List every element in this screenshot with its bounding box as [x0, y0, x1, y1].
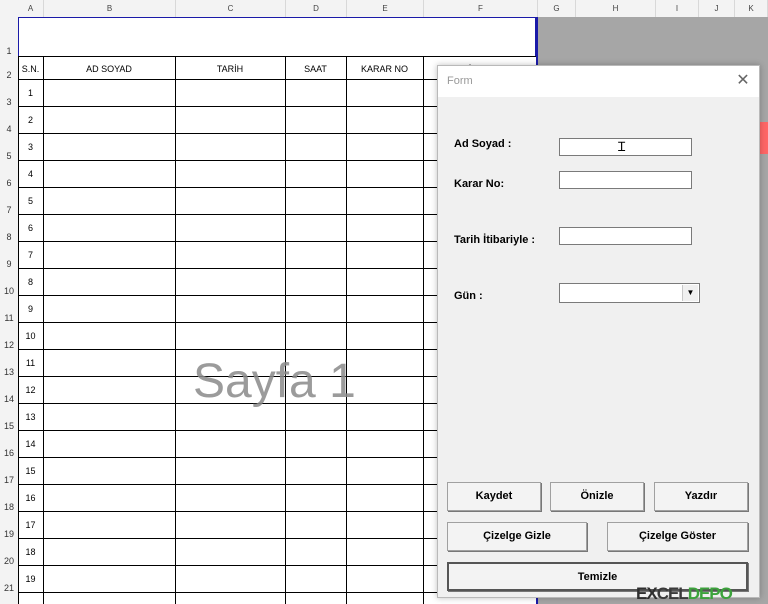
row-header[interactable]: 8 — [0, 232, 18, 242]
row-header[interactable]: 9 — [0, 259, 18, 269]
serial-cell[interactable]: 2 — [18, 115, 43, 125]
serial-cell[interactable]: 1 — [18, 88, 43, 98]
brand-logo-part: EX — [636, 584, 658, 603]
row-header[interactable]: 4 — [0, 124, 18, 134]
column-header-b[interactable]: B — [44, 0, 176, 17]
serial-cell[interactable]: 7 — [18, 250, 43, 260]
header-ad-soyad: AD SOYAD — [86, 64, 132, 74]
serial-cell[interactable]: 17 — [18, 520, 43, 530]
brand-logo-part: CEL — [656, 584, 689, 603]
column-header-a[interactable]: A — [18, 0, 44, 17]
cizelge-gizle-button[interactable]: Çizelge Gizle — [447, 522, 587, 551]
serial-cell[interactable]: 3 — [18, 142, 43, 152]
cizelge-goster-button[interactable]: Çizelge Göster — [607, 522, 748, 551]
kaydet-button[interactable]: Kaydet — [447, 482, 541, 511]
brand-logo: EXCELDEPO — [636, 584, 733, 604]
row-header[interactable]: 12 — [0, 340, 18, 350]
row-header[interactable]: 2 — [0, 70, 18, 80]
tarih-label: Tarih İtibariyle : — [454, 234, 536, 246]
column-header-f[interactable]: F — [424, 0, 538, 17]
page-watermark: Sayfa 1 — [193, 355, 356, 408]
row-header[interactable]: 6 — [0, 178, 18, 188]
yazdir-button[interactable]: Yazdır — [654, 482, 748, 511]
serial-cell[interactable]: 19 — [18, 574, 43, 584]
row-header[interactable]: 17 — [0, 475, 18, 485]
row-header-bar: 1 2 3 4 5 6 7 8 9 10 11 12 13 14 15 16 1… — [0, 17, 19, 604]
serial-cell[interactable]: 10 — [18, 331, 43, 341]
title-row-cell[interactable] — [18, 17, 536, 57]
column-header-k[interactable]: K — [735, 0, 768, 17]
grid-line — [175, 56, 176, 604]
column-header-c[interactable]: C — [176, 0, 286, 17]
header-sn: S.N. — [21, 64, 40, 74]
column-header-h[interactable]: H — [576, 0, 656, 17]
row-header[interactable]: 13 — [0, 367, 18, 377]
text-cursor-icon: Ɪ — [618, 139, 626, 154]
grid-line — [346, 56, 347, 604]
serial-cell[interactable]: 13 — [18, 412, 43, 422]
column-header-bar: A B C D E F G H I J K — [0, 0, 768, 18]
row-header[interactable]: 20 — [0, 556, 18, 566]
form-titlebar[interactable]: Form ✕ — [438, 66, 759, 97]
row-header[interactable]: 5 — [0, 151, 18, 161]
serial-cell[interactable]: 15 — [18, 466, 43, 476]
row-header[interactable]: 7 — [0, 205, 18, 215]
header-saat: SAAT — [304, 64, 327, 74]
form-dialog: Form ✕ Ad Soyad : Ɪ Karar No: Tarih İtib… — [437, 65, 760, 598]
grid-line — [285, 56, 286, 604]
row-header[interactable]: 16 — [0, 448, 18, 458]
serial-cell[interactable]: 6 — [18, 223, 43, 233]
header-tarih: TARİH — [216, 64, 244, 74]
grid-line — [423, 56, 424, 604]
onizle-button[interactable]: Önizle — [550, 482, 644, 511]
tarih-input[interactable] — [559, 227, 692, 245]
row-header[interactable]: 1 — [0, 46, 18, 56]
gun-dropdown[interactable]: ▼ — [559, 283, 700, 303]
serial-cell[interactable]: 4 — [18, 169, 43, 179]
gun-label: Gün : — [454, 290, 483, 302]
column-header-d[interactable]: D — [286, 0, 347, 17]
row-header[interactable]: 15 — [0, 421, 18, 431]
column-header-i[interactable]: I — [656, 0, 699, 17]
serial-cell[interactable]: 9 — [18, 304, 43, 314]
row-header[interactable]: 11 — [0, 313, 18, 323]
row-header[interactable]: 19 — [0, 529, 18, 539]
column-header-g[interactable]: G — [538, 0, 576, 17]
serial-cell[interactable]: 11 — [18, 358, 43, 368]
row-header[interactable]: 3 — [0, 97, 18, 107]
ad-soyad-input[interactable] — [559, 138, 692, 156]
karar-no-label: Karar No: — [454, 178, 505, 190]
row-header[interactable]: 10 — [0, 286, 18, 296]
row-header[interactable]: 21 — [0, 583, 18, 593]
close-icon[interactable]: ✕ — [734, 72, 752, 90]
column-header-e[interactable]: E — [347, 0, 424, 17]
column-header-j[interactable]: J — [699, 0, 735, 17]
serial-cell[interactable]: 14 — [18, 439, 43, 449]
chevron-down-icon[interactable]: ▼ — [682, 285, 698, 301]
ad-soyad-label: Ad Soyad : — [454, 138, 512, 150]
serial-cell[interactable]: 5 — [18, 196, 43, 206]
serial-cell[interactable]: 18 — [18, 547, 43, 557]
brand-logo-part: DEPO — [687, 584, 733, 603]
grid-line — [43, 56, 44, 604]
form-title: Form — [447, 75, 473, 87]
serial-cell[interactable]: 8 — [18, 277, 43, 287]
karar-no-input[interactable] — [559, 171, 692, 189]
row-header[interactable]: 18 — [0, 502, 18, 512]
serial-cell[interactable]: 12 — [18, 385, 43, 395]
serial-cell[interactable]: 16 — [18, 493, 43, 503]
header-karar-no: KARAR NO — [360, 64, 408, 74]
row-header[interactable]: 14 — [0, 394, 18, 404]
